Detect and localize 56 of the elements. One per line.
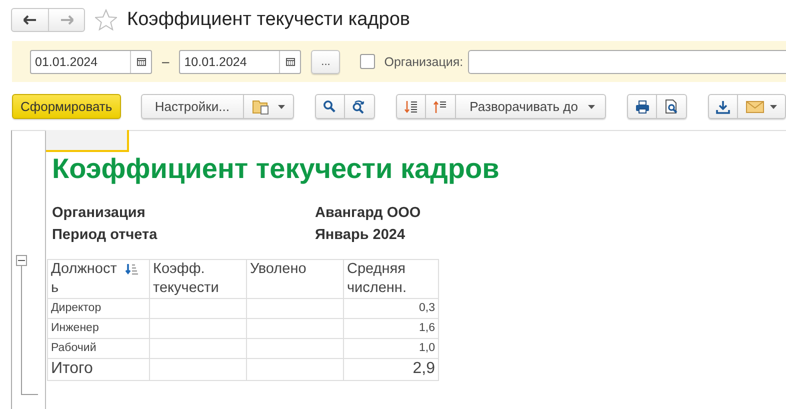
sort-down-icon <box>404 100 418 114</box>
parameter-value: Авангард ООО <box>315 205 421 221</box>
column-header[interactable]: Коэфф. текучести <box>150 260 246 298</box>
caret-icon <box>588 104 595 108</box>
save-button[interactable] <box>708 94 738 119</box>
column-header[interactable]: Должность <box>48 260 150 298</box>
collapse-all-button[interactable] <box>426 94 456 119</box>
star-icon[interactable] <box>95 9 117 31</box>
parameter-label: Период отчета <box>52 227 158 243</box>
column-header[interactable]: Средняя численн. <box>344 260 438 298</box>
total-cell: 2,9 <box>412 360 435 377</box>
table-cell: Директор <box>51 302 102 314</box>
search-next-button[interactable] <box>344 94 375 119</box>
envelope-icon <box>746 100 764 112</box>
organization-field[interactable] <box>468 50 786 74</box>
selected-cell[interactable] <box>46 130 129 152</box>
calendar-icon <box>136 57 146 66</box>
table-cell: 1,0 <box>419 342 435 354</box>
caret-icon <box>278 104 285 108</box>
table-cell: Рабочий <box>51 342 96 354</box>
download-icon <box>716 100 730 114</box>
total-label: Итого <box>51 360 93 377</box>
table-cell: 0,3 <box>419 302 435 314</box>
right-arrow-icon <box>60 15 74 25</box>
left-arrow-icon <box>23 15 37 25</box>
period-button[interactable]: ... <box>311 50 340 74</box>
window-title: Коэффициент текучести кадров <box>127 9 410 31</box>
print-button[interactable] <box>627 94 657 119</box>
printer-icon <box>634 100 650 114</box>
caret-icon <box>770 104 777 108</box>
preview-button[interactable] <box>657 94 687 119</box>
checkbox[interactable] <box>360 54 376 69</box>
calendar-icon <box>286 57 295 66</box>
table-cell: 1,6 <box>419 322 435 334</box>
minus-icon <box>18 260 25 261</box>
page-magnifier-icon <box>664 99 678 114</box>
expand-all-button[interactable] <box>396 94 426 119</box>
column-header[interactable]: Уволено <box>246 260 344 298</box>
generate-button[interactable]: Сформировать <box>12 94 121 119</box>
parameter-value: Январь 2024 <box>315 227 406 243</box>
variant-button[interactable] <box>244 94 294 119</box>
sort-up-icon <box>433 100 448 114</box>
date-field[interactable]: 01.01.2024 <box>30 50 152 74</box>
range-dash: – <box>162 54 170 69</box>
parameter-label: Организация <box>52 205 146 221</box>
report-title: Коэффициент текучести кадров <box>52 153 500 185</box>
search-arrow-icon <box>352 100 366 114</box>
expand-to-button[interactable]: Разворачивать до <box>456 94 606 119</box>
search-button[interactable] <box>314 94 345 119</box>
sort-icon <box>125 264 138 275</box>
table-cell: Инженер <box>51 322 99 334</box>
search-icon <box>323 100 336 113</box>
organization-label: Организация: <box>384 54 464 68</box>
settings-button[interactable]: Настройки... <box>140 94 244 119</box>
date-field[interactable]: 10.01.2024 <box>179 50 302 74</box>
collapse-toggle[interactable] <box>16 255 27 266</box>
